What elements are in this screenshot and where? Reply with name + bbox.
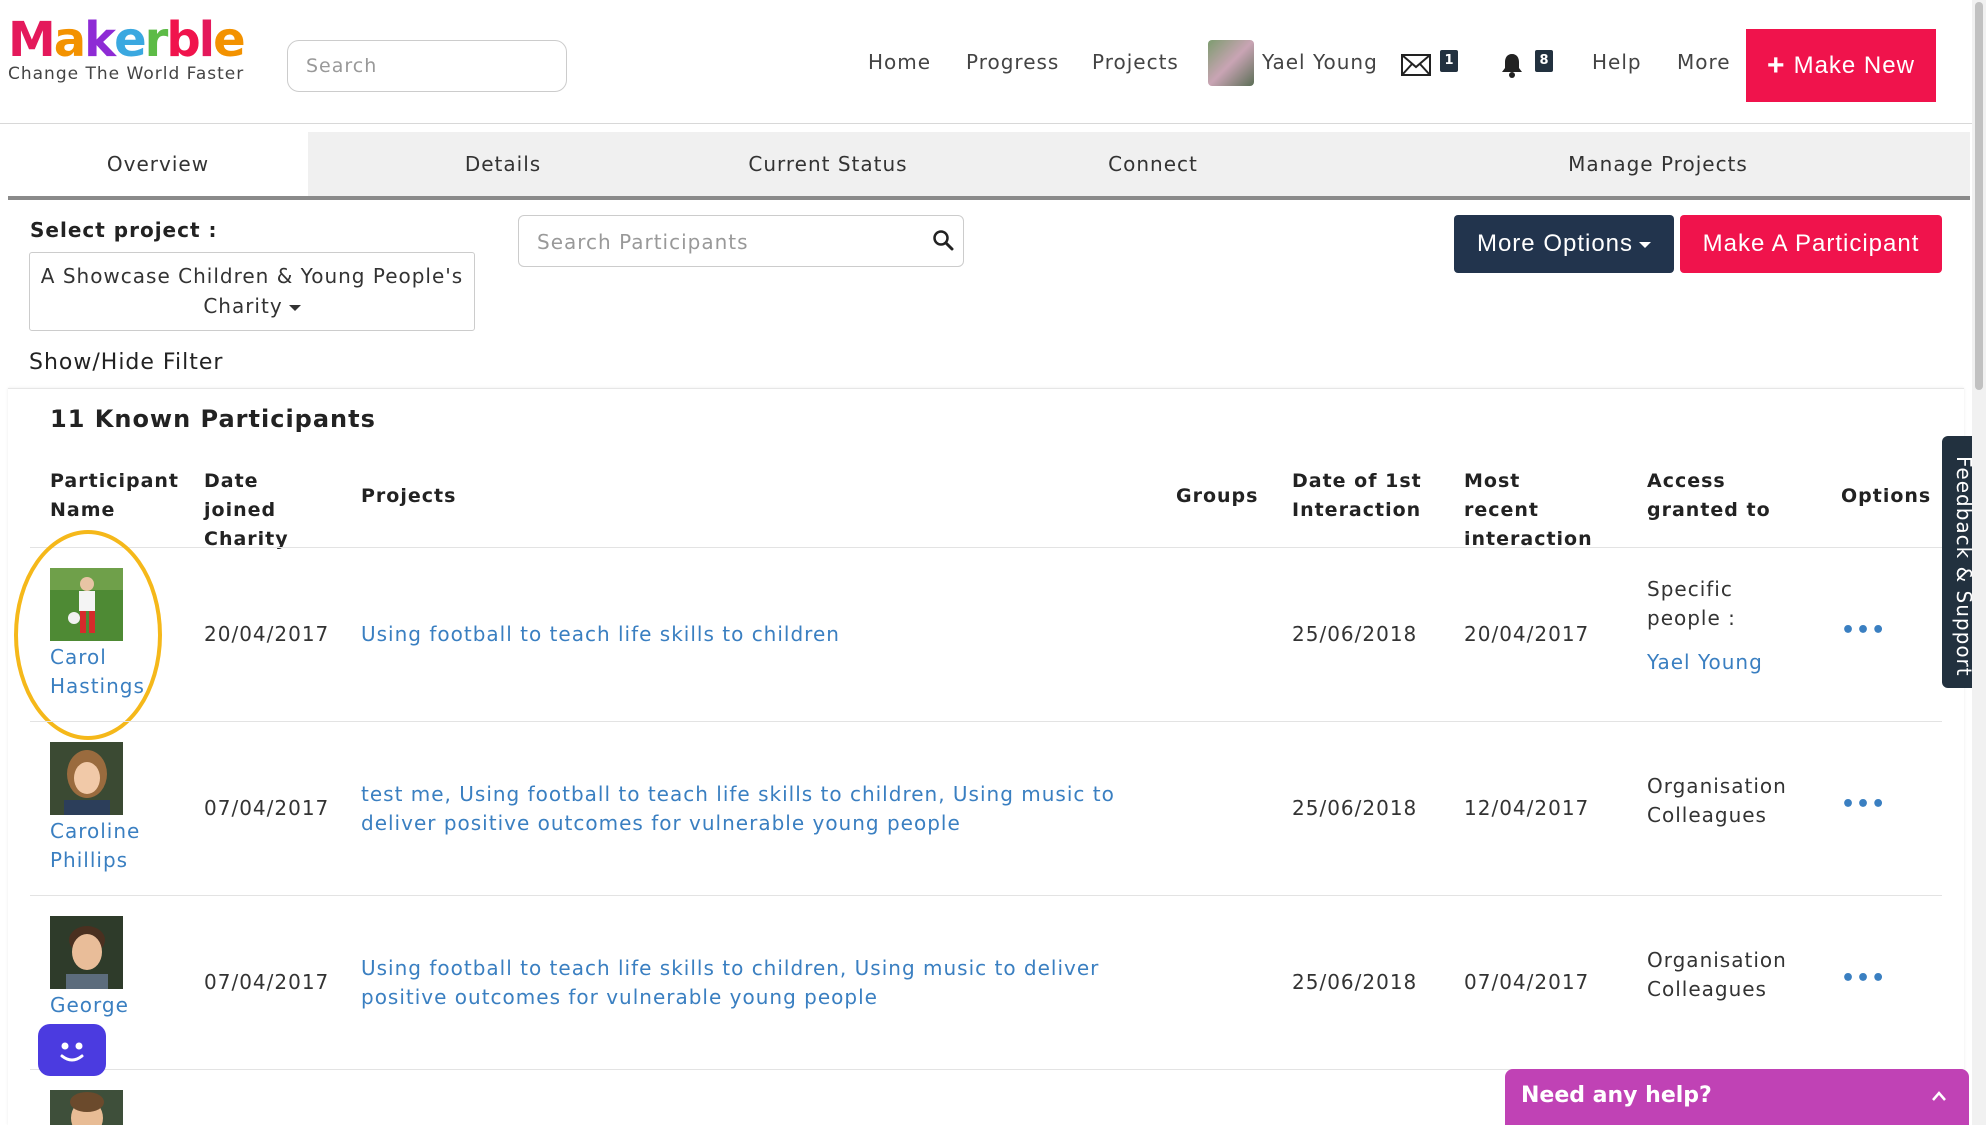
- user-avatar[interactable]: [1208, 40, 1254, 86]
- nav-help[interactable]: Help: [1592, 50, 1642, 74]
- more-options-label: More Options: [1476, 230, 1634, 257]
- nav-projects[interactable]: Projects: [1092, 50, 1179, 74]
- search-icon[interactable]: [932, 229, 954, 251]
- date-joined: 20/04/2017: [204, 622, 330, 646]
- logo-wordmark: Makerble: [8, 12, 246, 68]
- row-divider: [30, 721, 1942, 722]
- make-new-button[interactable]: + Make New: [1746, 29, 1936, 102]
- make-new-label: Make New: [1793, 52, 1915, 79]
- date-joined: 07/04/2017: [204, 970, 330, 994]
- highlight-circle: [14, 530, 162, 740]
- logo-letter: e: [213, 12, 246, 68]
- make-participant-button[interactable]: Make A Participant: [1680, 215, 1942, 273]
- nav-progress[interactable]: Progress: [966, 50, 1059, 74]
- select-project-label: Select project :: [30, 218, 218, 242]
- makerble-logo[interactable]: Makerble Change The World Faster: [8, 12, 246, 84]
- participant-photo[interactable]: [50, 916, 123, 989]
- caret-down-icon: [288, 304, 301, 311]
- bell-icon[interactable]: [1500, 52, 1524, 78]
- logo-letter: e: [114, 12, 147, 68]
- show-hide-filter-toggle[interactable]: Show/Hide Filter: [29, 350, 223, 375]
- selected-project-text: A Showcase Children & Young People's Cha…: [40, 264, 464, 318]
- logo-letter: a: [53, 12, 86, 68]
- project-tabs: Overview Details Current Status Connect …: [8, 132, 1970, 200]
- access-granted-text: Organisation Colleagues: [1647, 774, 1787, 827]
- column-header-name: Participant Name: [50, 470, 180, 521]
- logo-letter: M: [8, 12, 56, 68]
- column-header-access: Access granted to: [1647, 470, 1771, 521]
- nav-home[interactable]: Home: [868, 50, 931, 74]
- project-link[interactable]: test me, Using football to teach life sk…: [361, 780, 1141, 838]
- participants-count-title: 11 Known Participants: [50, 405, 376, 433]
- date-joined: 07/04/2017: [204, 796, 330, 820]
- logo-letter: l: [198, 12, 216, 68]
- row-divider: [30, 895, 1942, 896]
- chevron-up-icon: [1931, 1087, 1947, 1106]
- project-link[interactable]: Using football to teach life skills to c…: [361, 954, 1141, 1012]
- notification-count-badge: 8: [1535, 50, 1553, 72]
- column-header-projects: Projects: [361, 485, 457, 507]
- participant-photo[interactable]: [50, 742, 123, 815]
- mail-icon[interactable]: [1401, 54, 1431, 76]
- tab-connect[interactable]: Connect: [1038, 132, 1268, 196]
- logo-letter: r: [144, 12, 169, 68]
- search-participants-input[interactable]: Search Participants: [518, 215, 964, 267]
- more-options-button[interactable]: More Options: [1454, 215, 1674, 273]
- nav-more[interactable]: More: [1677, 50, 1731, 74]
- tab-overview[interactable]: Overview: [8, 132, 308, 196]
- more-options-icon[interactable]: •••: [1841, 966, 1886, 991]
- access-granted-text: Organisation Colleagues: [1647, 948, 1787, 1001]
- tab-current-status[interactable]: Current Status: [708, 132, 948, 196]
- participant-name-link[interactable]: Caroline Phillips: [50, 817, 160, 875]
- page-scrollbar-thumb[interactable]: [1975, 2, 1983, 390]
- first-interaction-date: 25/06/2018: [1292, 970, 1418, 994]
- tab-details[interactable]: Details: [388, 132, 618, 196]
- column-header-recent-interaction: Most recent interaction: [1464, 470, 1593, 550]
- column-header-options: Options: [1841, 485, 1932, 507]
- participant-name-link[interactable]: George: [50, 991, 160, 1020]
- tab-manage-projects[interactable]: Manage Projects: [1528, 132, 1788, 196]
- project-link[interactable]: Using football to teach life skills to c…: [361, 620, 1141, 649]
- access-granted-text: Specific people :: [1647, 577, 1736, 630]
- more-options-icon[interactable]: •••: [1841, 618, 1886, 643]
- first-interaction-date: 25/06/2018: [1292, 796, 1418, 820]
- recent-interaction-date: 07/04/2017: [1464, 970, 1590, 994]
- mail-count-badge: 1: [1440, 50, 1458, 72]
- need-help-widget[interactable]: Need any help?: [1505, 1069, 1969, 1125]
- more-options-icon[interactable]: •••: [1841, 792, 1886, 817]
- project-select-dropdown[interactable]: A Showcase Children & Young People's Cha…: [29, 252, 475, 331]
- need-help-label: Need any help?: [1521, 1083, 1712, 1108]
- row-divider: [30, 547, 1942, 548]
- recent-interaction-date: 20/04/2017: [1464, 622, 1590, 646]
- logo-letter: b: [166, 12, 200, 68]
- column-header-date-joined: Date joined Charity: [204, 470, 289, 550]
- logo-tagline: Change The World Faster: [8, 64, 245, 84]
- user-name-link[interactable]: Yael Young: [1262, 50, 1378, 74]
- logo-letter: k: [84, 12, 116, 68]
- caret-down-icon: [1639, 241, 1652, 248]
- access-person-link[interactable]: Yael Young: [1647, 648, 1763, 677]
- column-header-groups: Groups: [1176, 485, 1259, 507]
- top-header: Makerble Change The World Faster Search …: [0, 0, 1972, 124]
- global-search-input[interactable]: Search: [287, 40, 567, 92]
- chatbot-button[interactable]: [38, 1024, 106, 1076]
- participant-photo[interactable]: [50, 1090, 123, 1125]
- column-header-first-interaction: Date of 1st Interaction: [1292, 470, 1422, 521]
- plus-icon: +: [1767, 49, 1786, 82]
- first-interaction-date: 25/06/2018: [1292, 622, 1418, 646]
- recent-interaction-date: 12/04/2017: [1464, 796, 1590, 820]
- chatbot-face-icon: [60, 1042, 84, 1062]
